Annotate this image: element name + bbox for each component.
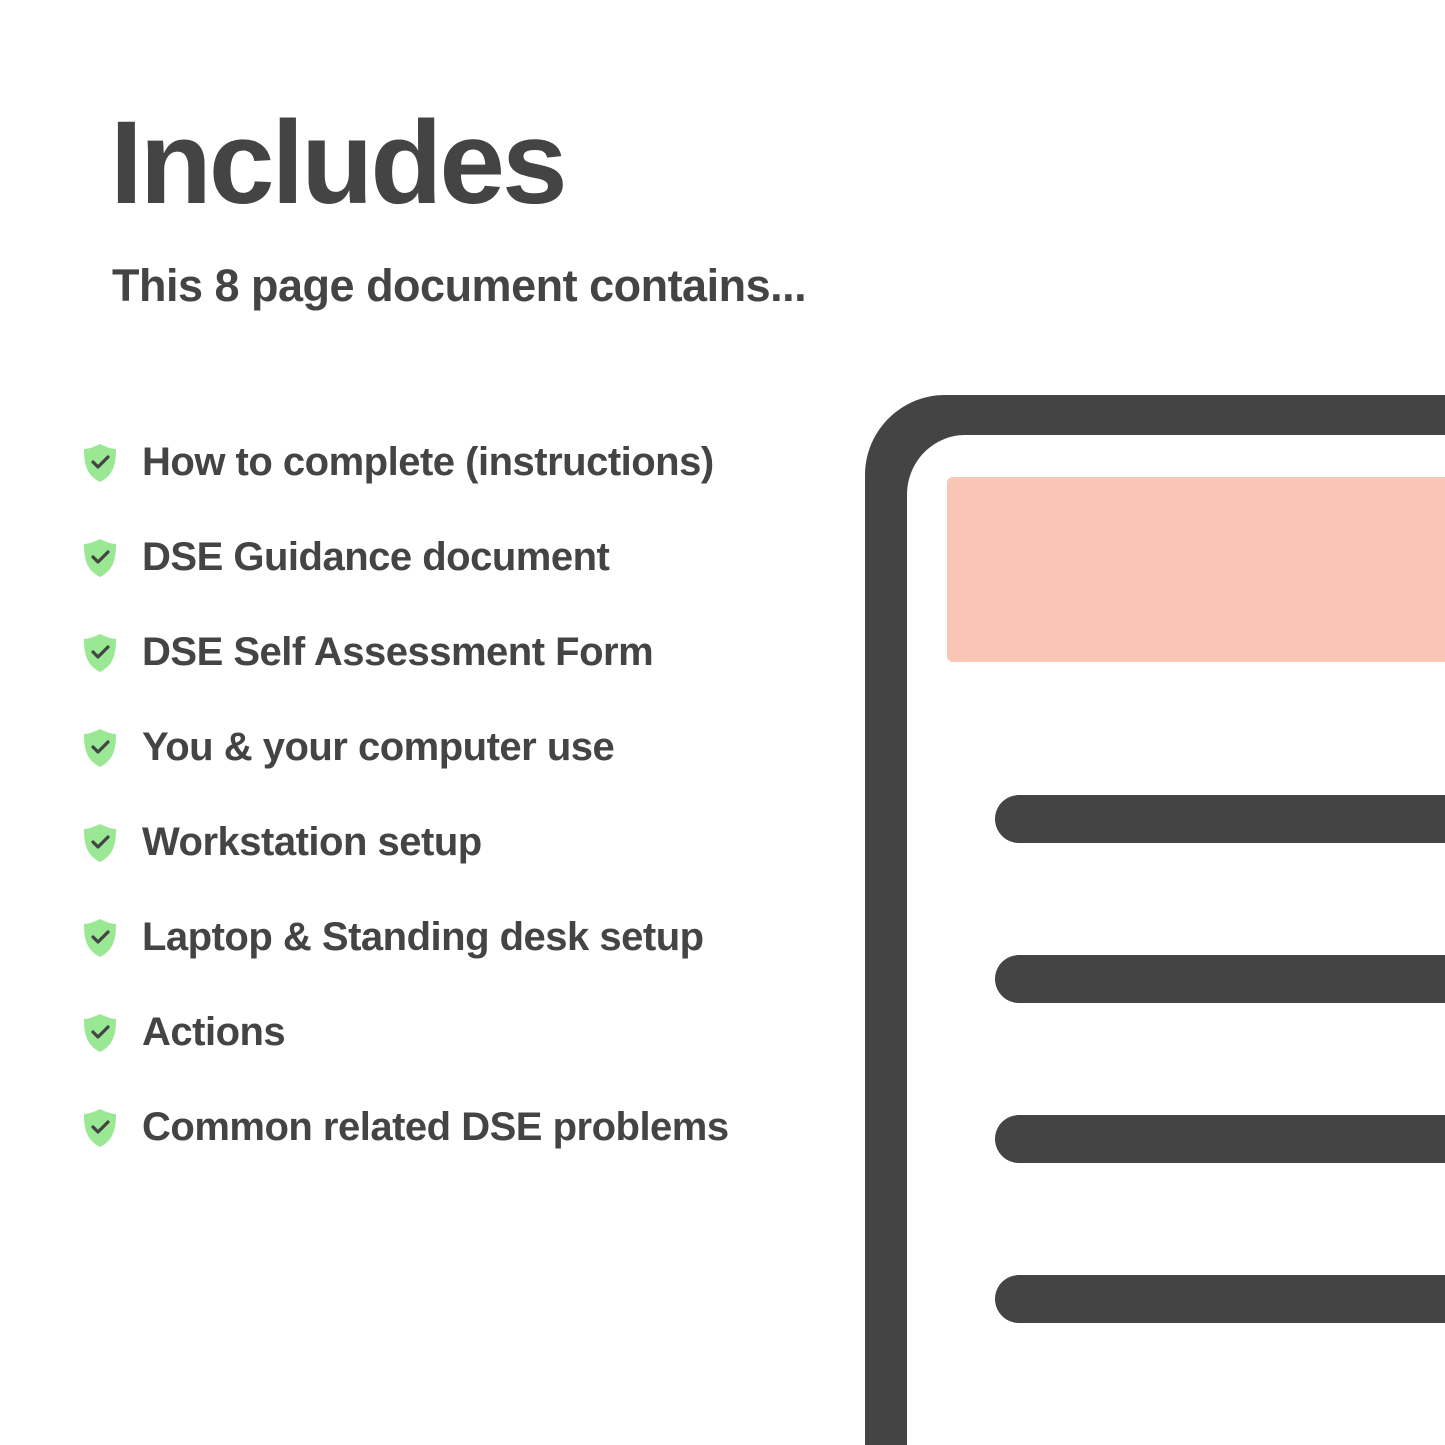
list-item-label: How to complete (instructions) [142, 440, 714, 485]
list-item: Laptop & Standing desk setup [82, 915, 729, 960]
shield-check-icon [82, 918, 118, 958]
list-item: Common related DSE problems [82, 1105, 729, 1150]
shield-check-icon [82, 538, 118, 578]
page-title: Includes [110, 95, 565, 231]
list-item: Actions [82, 1010, 729, 1055]
includes-list: How to complete (instructions) DSE Guida… [82, 440, 729, 1150]
shield-check-icon [82, 728, 118, 768]
document-icon [865, 395, 1445, 1445]
list-item: You & your computer use [82, 725, 729, 770]
list-item-label: DSE Self Assessment Form [142, 630, 653, 675]
shield-check-icon [82, 823, 118, 863]
list-item-label: You & your computer use [142, 725, 614, 770]
list-item-label: Common related DSE problems [142, 1105, 729, 1150]
list-item: DSE Guidance document [82, 535, 729, 580]
list-item-label: Actions [142, 1010, 285, 1055]
shield-check-icon [82, 633, 118, 673]
list-item: How to complete (instructions) [82, 440, 729, 485]
shield-check-icon [82, 1108, 118, 1148]
list-item: Workstation setup [82, 820, 729, 865]
list-item-label: Laptop & Standing desk setup [142, 915, 704, 960]
shield-check-icon [82, 443, 118, 483]
list-item: DSE Self Assessment Form [82, 630, 729, 675]
list-item-label: Workstation setup [142, 820, 482, 865]
shield-check-icon [82, 1013, 118, 1053]
list-item-label: DSE Guidance document [142, 535, 609, 580]
page-subtitle: This 8 page document contains... [112, 260, 806, 312]
